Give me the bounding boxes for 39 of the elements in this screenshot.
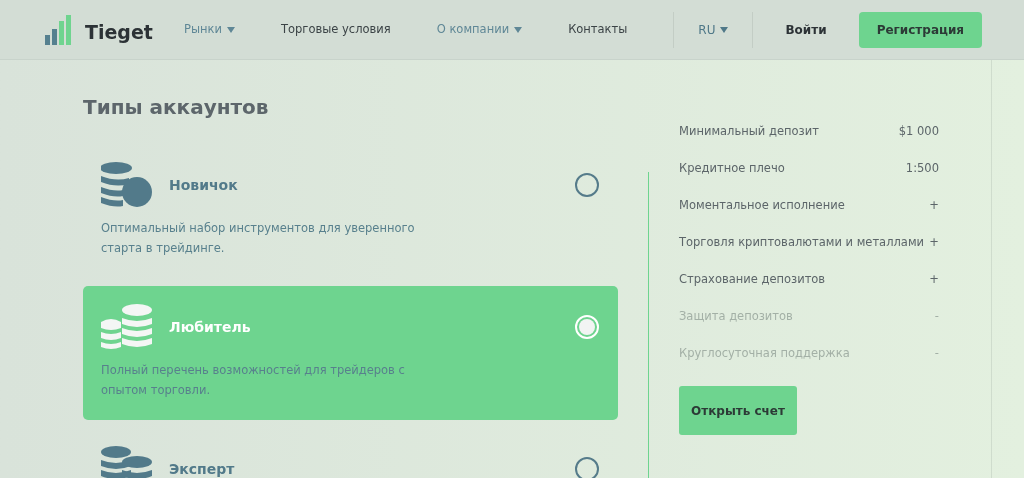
caret-icon xyxy=(227,26,235,33)
nav-link[interactable]: О компании xyxy=(436,20,523,39)
nav-link[interactable]: Контакты xyxy=(568,20,628,39)
feature-value: - xyxy=(934,345,939,362)
nav-link[interactable]: Рынки xyxy=(184,20,235,39)
feature-value: + xyxy=(929,197,939,214)
radio-button[interactable] xyxy=(575,457,599,478)
account-name: Новичок xyxy=(169,175,238,195)
radio-button[interactable] xyxy=(575,173,599,197)
open-account-button[interactable]: Открыть счет xyxy=(679,386,797,435)
caret-icon xyxy=(514,26,523,33)
account-name: Любитель xyxy=(169,317,251,337)
feature-label: Минимальный депозит xyxy=(679,123,819,140)
feature-label: Кредитное плечо xyxy=(679,160,785,177)
feature-value: + xyxy=(929,271,939,288)
account-description: Полный перечень возможностей для трейдеров с опытом торговли. xyxy=(101,362,406,399)
account-description: Оптимальный набор инструментов для уверенного старта в трейдинге. xyxy=(101,220,416,257)
feature-label: Торговля криптовалютами и металлами xyxy=(679,234,925,251)
feature-label: Моментальное исполнение xyxy=(679,197,845,214)
account-card[interactable]: Любитель Полный перечень возможностей для трейдеров с опытом торговли. xyxy=(83,286,618,420)
language-selector[interactable]: RU xyxy=(674,20,753,39)
nav-link[interactable]: Торговые условия xyxy=(281,20,391,39)
feature-value: $1 000 xyxy=(898,123,939,140)
register-button[interactable]: Регистрация xyxy=(858,11,982,48)
feature-value: - xyxy=(934,308,939,325)
coins-icon xyxy=(101,304,153,350)
feature-label: Страхование депозитов xyxy=(679,271,826,288)
login-link[interactable]: Войти xyxy=(785,20,827,39)
page-title: Типы аккаунтов xyxy=(83,94,270,121)
feature-label: Круглосуточная поддержка xyxy=(679,345,850,362)
account-card[interactable]: Новичок Оптимальный набор инструментов для уверенного старта в трейдинге. xyxy=(83,144,618,278)
logo-text: Tieget xyxy=(85,22,153,42)
account-card[interactable]: Эксперт xyxy=(83,428,618,478)
feature-label: Защита депозитов xyxy=(679,308,793,325)
coins-icon xyxy=(101,162,153,208)
feature-value: 1:500 xyxy=(905,160,939,177)
account-name: Эксперт xyxy=(169,459,235,478)
feature-value: + xyxy=(929,234,939,251)
caret-icon xyxy=(720,26,729,33)
